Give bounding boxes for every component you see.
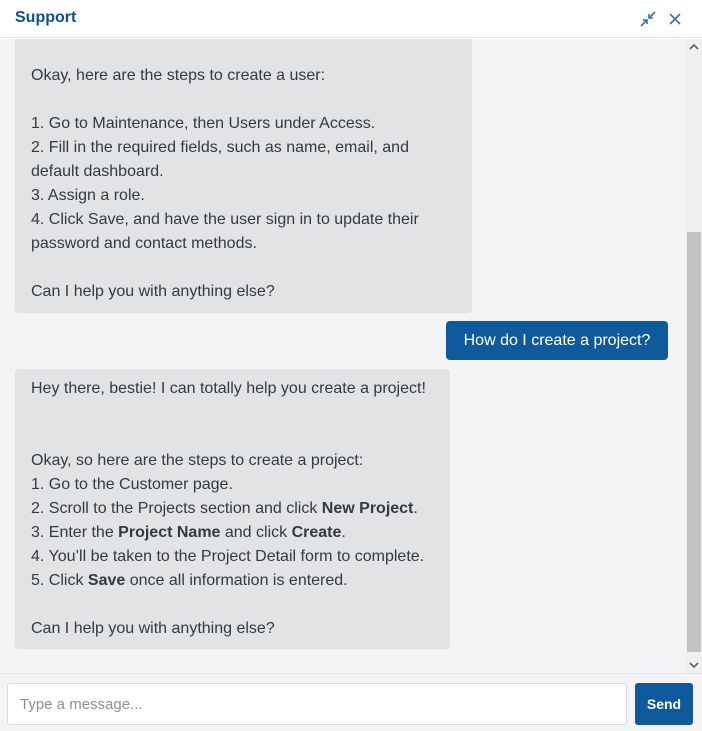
message-line: 3. Enter the Project Name and click Crea… bbox=[31, 521, 434, 545]
step-text: . bbox=[413, 500, 418, 517]
scroll-down-arrow-icon[interactable] bbox=[686, 657, 702, 673]
support-chat-window: Support Okay, here are the steps to crea… bbox=[0, 0, 702, 731]
message-input[interactable] bbox=[7, 683, 627, 725]
step-text: . bbox=[341, 524, 346, 541]
message-line: 1. Go to Maintenance, then Users under A… bbox=[31, 115, 376, 132]
chat-title: Support bbox=[15, 9, 77, 26]
message-line: default dashboard. bbox=[31, 163, 164, 180]
message-line: 2. Fill in the required fields, such as … bbox=[31, 139, 409, 156]
chat-scrollbar[interactable] bbox=[686, 39, 702, 673]
step-text: and click bbox=[220, 524, 292, 541]
scrollbar-thumb[interactable] bbox=[687, 232, 701, 652]
message-list: Okay, here are the steps to create a use… bbox=[0, 39, 702, 673]
message-line: 5. Click Save once all information is en… bbox=[31, 569, 434, 593]
message-line bbox=[31, 88, 456, 112]
message-line: Okay, here are the steps to create a use… bbox=[31, 67, 326, 84]
step-text: 2. Scroll to the Projects section and cl… bbox=[31, 500, 322, 517]
step-text: 5. Click bbox=[31, 572, 88, 589]
step-bold-text: Save bbox=[87, 572, 126, 589]
step-bold-text: Project Name bbox=[118, 524, 221, 541]
message-line: Can I help you with anything else? bbox=[31, 620, 275, 637]
message-line bbox=[31, 256, 456, 280]
bot-message: Hey there, bestie! I can totally help yo… bbox=[15, 369, 450, 649]
message-line: 1. Go to the Customer page. bbox=[31, 476, 233, 493]
collapse-icon[interactable] bbox=[639, 10, 657, 28]
message-line: password and contact methods. bbox=[31, 235, 257, 252]
message-composer: Send bbox=[0, 673, 702, 731]
message-line: Can I help you with anything else? bbox=[31, 283, 275, 300]
message-line: Hey there, bestie! I can totally help yo… bbox=[31, 380, 426, 397]
step-bold-text: Create bbox=[291, 524, 342, 541]
close-icon[interactable] bbox=[666, 10, 684, 28]
step-text: 3. Enter the bbox=[31, 524, 119, 541]
message-line: Okay, so here are the steps to create a … bbox=[31, 452, 364, 469]
chat-header: Support bbox=[0, 0, 702, 38]
step-text: once all information is entered. bbox=[125, 572, 348, 589]
bot-message: Okay, here are the steps to create a use… bbox=[15, 39, 472, 313]
scroll-up-arrow-icon[interactable] bbox=[686, 39, 702, 55]
message-line: 3. Assign a role. bbox=[31, 187, 145, 204]
step-bold-text: New Project bbox=[321, 500, 414, 517]
message-line: 4. You’ll be taken to the Project Detail… bbox=[31, 548, 425, 565]
user-message: How do I create a project? bbox=[446, 321, 668, 360]
message-line: 2. Scroll to the Projects section and cl… bbox=[31, 497, 434, 521]
message-line: 4. Click Save, and have the user sign in… bbox=[31, 211, 419, 228]
send-button[interactable]: Send bbox=[635, 683, 693, 725]
